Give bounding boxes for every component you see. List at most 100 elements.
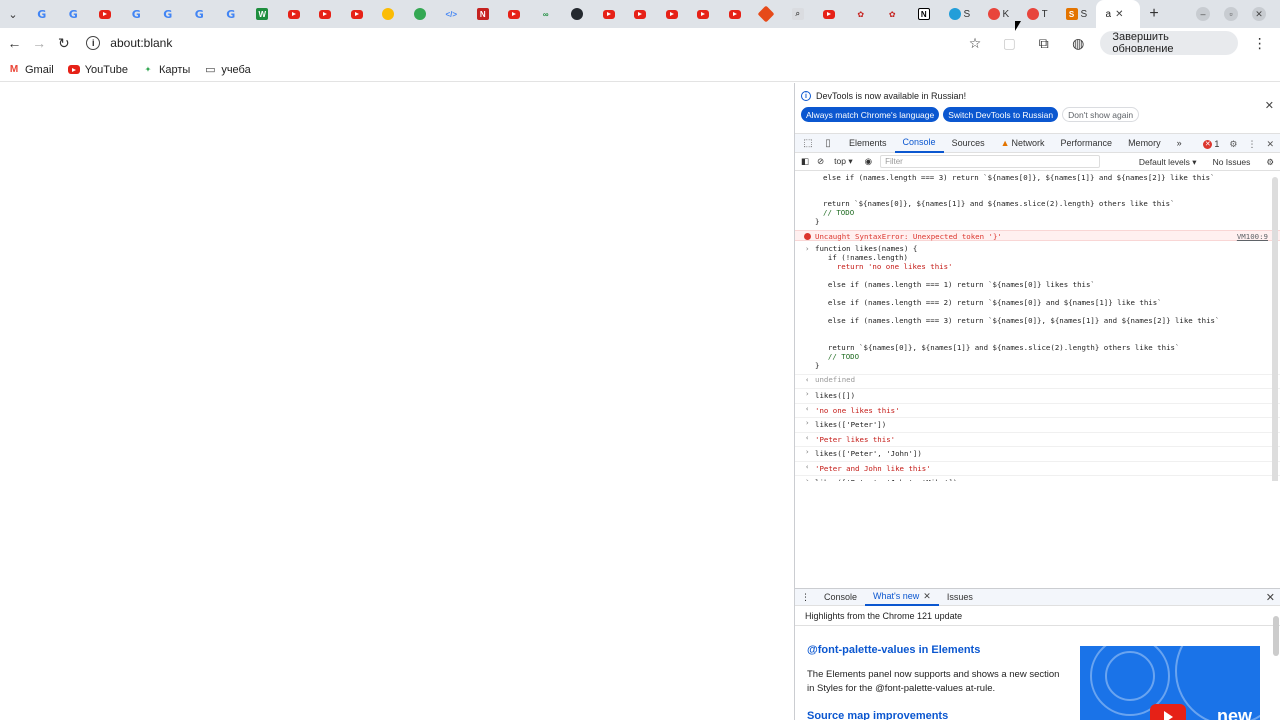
kebab-menu-icon[interactable]: ⋮: [801, 592, 810, 603]
panel-scrollbar[interactable]: [1273, 616, 1279, 656]
tab-google[interactable]: G: [121, 0, 153, 28]
menu-button[interactable]: ⋮: [1248, 30, 1272, 56]
dont-show-again-button[interactable]: Don't show again: [1062, 107, 1140, 122]
tab-youtube[interactable]: [656, 0, 688, 28]
device-toolbar-icon[interactable]: ▯: [821, 138, 835, 149]
play-icon[interactable]: [1150, 704, 1186, 720]
tab-youtube[interactable]: [625, 0, 657, 28]
tab-google[interactable]: G: [152, 0, 184, 28]
gear-icon[interactable]: ⚙: [1266, 157, 1274, 168]
tab-youtube[interactable]: [89, 0, 121, 28]
tab-n[interactable]: N: [467, 0, 499, 28]
error-source-link[interactable]: VM100:9: [1237, 231, 1268, 242]
google-icon: G: [226, 7, 236, 21]
tab-code[interactable]: </>: [436, 0, 468, 28]
close-window-button[interactable]: ✕: [1252, 7, 1266, 21]
tab-search-button[interactable]: ⌄: [0, 0, 26, 28]
console-result-entry: ‹'no one likes this': [795, 404, 1280, 418]
tab-youtube[interactable]: [719, 0, 751, 28]
tab-t[interactable]: T: [1018, 0, 1057, 28]
tab-network[interactable]: ▲ Network: [993, 133, 1053, 153]
tab-search[interactable]: ⌕: [782, 0, 814, 28]
drawer-tab-issues[interactable]: Issues: [939, 588, 981, 606]
tab-google[interactable]: G: [184, 0, 216, 28]
google-icon: G: [131, 7, 141, 21]
tab-google[interactable]: G: [215, 0, 247, 28]
bookmark-youtube[interactable]: YouTube: [67, 64, 128, 76]
context-select[interactable]: top ▾: [834, 156, 852, 167]
filter-input[interactable]: Filter: [880, 155, 1101, 168]
tab-idea[interactable]: [373, 0, 405, 28]
tab-youtube[interactable]: [341, 0, 373, 28]
close-icon[interactable]: ✕: [1115, 9, 1123, 20]
extension-button[interactable]: ▢: [997, 30, 1021, 56]
levels-dropdown[interactable]: Default levels ▾: [1139, 157, 1197, 168]
error-counter[interactable]: ✕ 1: [1203, 139, 1219, 149]
maximize-button[interactable]: ▫: [1224, 7, 1238, 21]
tab-google[interactable]: G: [26, 0, 58, 28]
tab-console[interactable]: Console: [894, 133, 944, 153]
bookmark-gmail[interactable]: M Gmail: [8, 64, 54, 76]
kebab-menu-icon[interactable]: ⋮: [1247, 139, 1256, 150]
extensions-button[interactable]: ⧉: [1032, 30, 1056, 56]
tab-s[interactable]: SS: [1057, 0, 1096, 28]
inspect-element-icon[interactable]: ⬚: [801, 138, 815, 149]
switch-language-button[interactable]: Switch DevTools to Russian: [943, 107, 1059, 122]
tab-github[interactable]: [562, 0, 594, 28]
site-info-icon[interactable]: i: [86, 36, 101, 50]
console-scrollbar[interactable]: [1272, 177, 1278, 481]
sidebar-toggle-icon[interactable]: ◧: [801, 156, 809, 167]
back-button[interactable]: ←: [2, 30, 27, 56]
drawer-tab-console[interactable]: Console: [816, 588, 865, 606]
tab-elements[interactable]: Elements: [841, 133, 895, 153]
tab-active[interactable]: a ✕: [1095, 0, 1140, 28]
eye-icon[interactable]: ◉: [865, 156, 872, 167]
address-bar[interactable]: i about:blank: [86, 30, 962, 56]
close-icon[interactable]: ✕: [1266, 591, 1275, 604]
video-thumbnail[interactable]: new: [1080, 646, 1260, 720]
git-icon: [757, 5, 775, 23]
close-icon[interactable]: ✕: [1266, 139, 1274, 150]
tab-performance[interactable]: Performance: [1053, 133, 1121, 153]
match-language-button[interactable]: Always match Chrome's language: [801, 107, 940, 122]
clear-console-icon[interactable]: ⊘: [817, 156, 824, 167]
tab-paw[interactable]: ✿: [845, 0, 877, 28]
bookmark-star-button[interactable]: ☆: [963, 30, 987, 56]
tab-app[interactable]: W: [247, 0, 279, 28]
tab-youtube[interactable]: [814, 0, 846, 28]
tab-shield[interactable]: [404, 0, 436, 28]
tab-git[interactable]: [751, 0, 783, 28]
feature-heading-link[interactable]: @font-palette-values in Elements: [807, 644, 980, 656]
new-tab-button[interactable]: +: [1140, 0, 1168, 28]
tab-youtube[interactable]: [278, 0, 310, 28]
tab-k[interactable]: K: [979, 0, 1018, 28]
close-icon[interactable]: ✕: [923, 591, 931, 602]
profile-button[interactable]: ◍: [1066, 30, 1090, 56]
tab-telegram[interactable]: S: [940, 0, 979, 28]
minimize-button[interactable]: –: [1196, 7, 1210, 21]
tab-youtube[interactable]: [688, 0, 720, 28]
gear-icon[interactable]: ⚙: [1229, 139, 1237, 150]
close-icon[interactable]: ✕: [1265, 99, 1274, 112]
bookmark-folder-study[interactable]: ▭ учеба: [204, 64, 251, 77]
console-output[interactable]: else if (names.length === 3) return `${n…: [795, 171, 1280, 481]
forward-button[interactable]: →: [27, 30, 52, 56]
tab-youtube[interactable]: [310, 0, 342, 28]
maps-icon: ✦: [144, 65, 152, 74]
more-tabs-button[interactable]: »: [1169, 133, 1190, 153]
tab-youtube[interactable]: [593, 0, 625, 28]
drawer-tab-whats-new[interactable]: What's new ✕: [865, 588, 939, 606]
tab-link[interactable]: ∞: [530, 0, 562, 28]
bookmark-maps[interactable]: ✦ Карты: [142, 64, 191, 76]
finish-update-button[interactable]: Завершить обновление: [1100, 31, 1238, 55]
code-icon: </>: [445, 9, 458, 19]
issues-button[interactable]: No Issues: [1213, 157, 1251, 167]
reload-button[interactable]: ↻: [52, 30, 77, 56]
tab-memory[interactable]: Memory: [1120, 133, 1169, 153]
tab-google[interactable]: G: [58, 0, 90, 28]
tab-notion[interactable]: N: [908, 0, 940, 28]
tab-youtube[interactable]: [499, 0, 531, 28]
tab-paw[interactable]: ✿: [877, 0, 909, 28]
tab-sources[interactable]: Sources: [944, 133, 993, 153]
feature-heading-link[interactable]: Source map improvements: [807, 710, 948, 720]
